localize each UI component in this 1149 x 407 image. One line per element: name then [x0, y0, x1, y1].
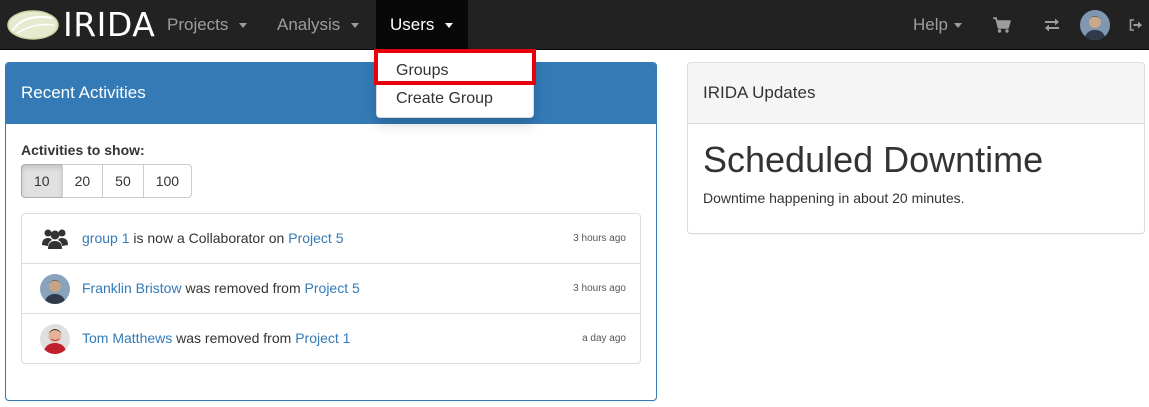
activity-verb: is now a Collaborator on: [133, 230, 285, 246]
activity-verb: was removed from: [185, 280, 301, 296]
activity-timestamp: a day ago: [582, 333, 626, 344]
activities-to-show-label: Activities to show:: [21, 142, 145, 158]
nav-users[interactable]: Users: [376, 0, 468, 50]
activity-text: Tom Matthews was removed from Project 1: [82, 314, 350, 363]
irida-updates-title: IRIDA Updates: [688, 63, 1144, 124]
activity-item: Franklin Bristow was removed from Projec…: [22, 263, 640, 313]
nav-help[interactable]: Help: [899, 0, 976, 50]
chevron-down-icon: [953, 23, 962, 29]
activity-subject-link[interactable]: group 1: [82, 230, 129, 246]
users-group-icon: [40, 224, 70, 254]
activity-project-link[interactable]: Project 1: [295, 330, 350, 346]
activity-count-selector: 10 20 50 100: [21, 164, 193, 198]
user-avatar: [40, 274, 70, 304]
activity-text: Franklin Bristow was removed from Projec…: [82, 264, 360, 313]
users-dropdown-menu: Groups Create Group: [376, 50, 534, 118]
activity-text: group 1 is now a Collaborator on Project…: [82, 214, 344, 263]
activity-item: Tom Matthews was removed from Project 1 …: [22, 313, 640, 363]
recent-activities-panel: Recent Activities Activities to show: 10…: [5, 62, 657, 401]
chevron-down-icon: [239, 23, 248, 29]
count-100-button[interactable]: 100: [142, 164, 193, 198]
nav-analysis[interactable]: Analysis: [263, 0, 373, 50]
irida-logo-icon: [7, 10, 59, 40]
nav-help-label: Help: [913, 15, 948, 34]
activity-project-link[interactable]: Project 5: [305, 280, 360, 296]
activity-subject-link[interactable]: Franklin Bristow: [82, 280, 182, 296]
logout-icon[interactable]: [1127, 0, 1145, 50]
brand-home-link[interactable]: IRIDA: [6, 7, 155, 43]
update-text: Downtime happening in about 20 minutes.: [703, 190, 965, 206]
nav-users-label: Users: [390, 15, 435, 34]
activity-timestamp: 3 hours ago: [573, 233, 626, 244]
recent-activities-title: Recent Activities: [6, 63, 656, 124]
activity-verb: was removed from: [176, 330, 292, 346]
irida-updates-panel: IRIDA Updates Scheduled Downtime Downtim…: [687, 62, 1145, 234]
activity-list: group 1 is now a Collaborator on Project…: [21, 213, 641, 364]
activity-timestamp: 3 hours ago: [573, 283, 626, 294]
activity-project-link[interactable]: Project 5: [288, 230, 343, 246]
user-avatar: [40, 324, 70, 354]
count-10-button[interactable]: 10: [21, 164, 63, 198]
exchange-icon[interactable]: [1041, 0, 1063, 50]
chevron-down-icon: [351, 23, 360, 29]
chevron-down-icon: [445, 23, 454, 29]
nav-projects[interactable]: Projects: [153, 0, 261, 50]
nav-analysis-label: Analysis: [277, 15, 341, 34]
activity-item: group 1 is now a Collaborator on Project…: [22, 214, 640, 263]
activity-subject-link[interactable]: Tom Matthews: [82, 330, 172, 346]
count-20-button[interactable]: 20: [61, 164, 104, 198]
brand-name: IRIDA: [63, 5, 156, 44]
menu-item-groups[interactable]: Groups: [377, 57, 533, 85]
update-headline: Scheduled Downtime: [703, 139, 1044, 180]
nav-projects-label: Projects: [167, 15, 229, 34]
menu-item-create-group[interactable]: Create Group: [377, 85, 533, 113]
count-50-button[interactable]: 50: [102, 164, 144, 198]
user-avatar[interactable]: [1080, 10, 1110, 40]
top-navbar: IRIDA Projects Analysis Users Help: [0, 0, 1149, 50]
cart-icon[interactable]: [990, 0, 1014, 50]
